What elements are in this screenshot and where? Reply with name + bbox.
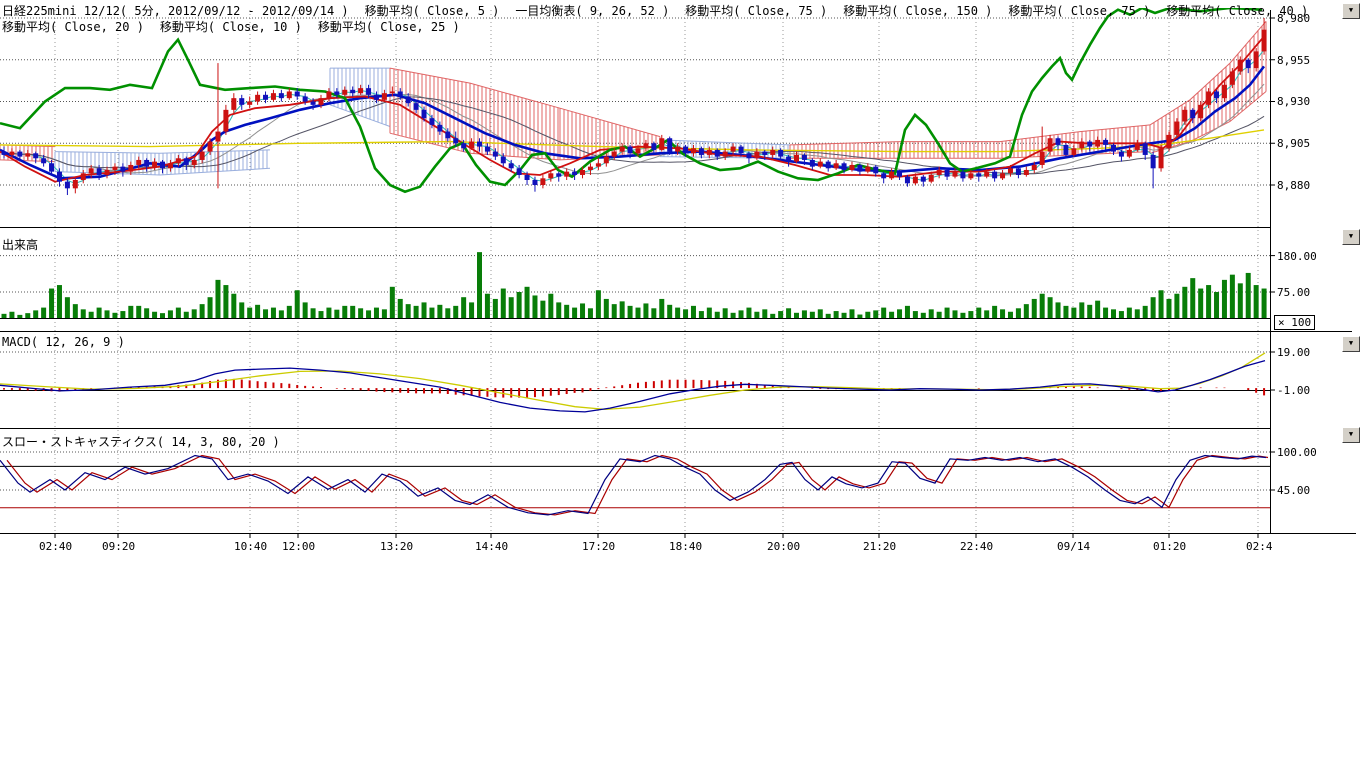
chevron-down-icon: ▼ <box>1343 230 1359 243</box>
time-axis-label: 01:20 <box>1153 540 1186 553</box>
time-axis-label: 21:20 <box>863 540 896 553</box>
chart-title: 日経225mini 12/12( 5分, 2012/09/12 - 2012/0… <box>2 2 349 19</box>
chart-application-window: 日経225mini 12/12( 5分, 2012/09/12 - 2012/0… <box>0 0 1366 768</box>
time-axis-label: 22:40 <box>960 540 993 553</box>
chevron-down-icon: ▼ <box>1343 337 1359 350</box>
indicator-legend-item: 移動平均( Close, 75 ) <box>685 2 827 19</box>
indicator-legend-item: 移動平均( Close, 75 ) <box>1008 2 1150 19</box>
stoch-axis-label: 100.00 <box>1277 446 1317 459</box>
time-axis-label: 10:40 <box>234 540 267 553</box>
chevron-down-icon: ▼ <box>1343 4 1359 17</box>
stochastics-panel-label: スロー・ストキャスティクス( 14, 3, 80, 20 ) <box>2 433 280 450</box>
indicator-legend-item: 移動平均( Close, 20 ) <box>2 18 144 35</box>
price-axis-label: 8,880 <box>1277 179 1310 192</box>
time-axis-label: 02:40 <box>39 540 72 553</box>
indicator-legend-item: 移動平均( Close, 5 ) <box>365 2 500 19</box>
chevron-down-icon: ▼ <box>1343 428 1359 441</box>
volume-axis-label: 75.00 <box>1277 286 1310 299</box>
volume-multiplier-badge: × 100 <box>1274 315 1315 330</box>
price-axis-label: 8,905 <box>1277 137 1310 150</box>
indicator-legend-item: 移動平均( Close, 150 ) <box>843 2 992 19</box>
time-axis-label: 09/14 <box>1057 540 1090 553</box>
macd-panel-label: MACD( 12, 26, 9 ) <box>2 335 125 349</box>
chart-plot-area[interactable] <box>0 0 1366 768</box>
macd-axis-label: -1.00 <box>1277 384 1310 397</box>
price-axis-label: 8,955 <box>1277 54 1310 67</box>
indicator-legend-item: 移動平均( Close, 10 ) <box>160 18 302 35</box>
volume-panel-dropdown-button[interactable]: ▼ <box>1342 229 1360 245</box>
price-axis-label: 8,980 <box>1277 12 1310 25</box>
volume-axis-label: 180.00 <box>1277 250 1317 263</box>
indicator-legend-row1: 日経225mini 12/12( 5分, 2012/09/12 - 2012/0… <box>2 2 1308 19</box>
time-axis-label: 12:00 <box>282 540 315 553</box>
time-axis-label: 18:40 <box>669 540 702 553</box>
stoch-axis-label: 45.00 <box>1277 484 1310 497</box>
macd-panel-dropdown-button[interactable]: ▼ <box>1342 336 1360 352</box>
time-axis-label: 02:4 <box>1246 540 1273 553</box>
price-panel-dropdown-button[interactable]: ▼ <box>1342 3 1360 19</box>
volume-panel-label: 出来高 <box>2 236 38 253</box>
time-axis-label: 13:20 <box>380 540 413 553</box>
indicator-legend-item: 一目均衡表( 9, 26, 52 ) <box>515 2 669 19</box>
indicator-legend-item: 移動平均( Close, 25 ) <box>318 18 460 35</box>
price-axis-label: 8,930 <box>1277 95 1310 108</box>
indicator-legend-row2: 移動平均( Close, 20 ) 移動平均( Close, 10 ) 移動平均… <box>2 18 460 35</box>
time-axis-label: 09:20 <box>102 540 135 553</box>
macd-axis-label: 19.00 <box>1277 346 1310 359</box>
time-axis-label: 20:00 <box>767 540 800 553</box>
stoch-panel-dropdown-button[interactable]: ▼ <box>1342 427 1360 443</box>
time-axis-label: 14:40 <box>475 540 508 553</box>
time-axis-label: 17:20 <box>582 540 615 553</box>
